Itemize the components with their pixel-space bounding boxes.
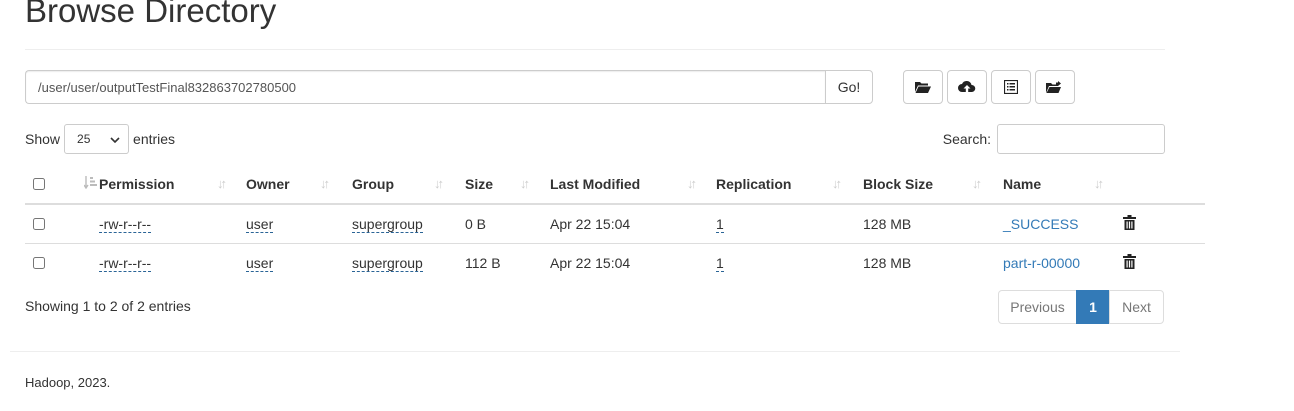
- entries-per-page-select[interactable]: 25: [64, 124, 130, 154]
- list-view-button[interactable]: [991, 70, 1031, 104]
- permission-header-label: Permission: [99, 176, 175, 192]
- chevron-down-icon: [110, 132, 120, 146]
- search-input[interactable]: [997, 124, 1165, 154]
- delete-trash-icon[interactable]: [1123, 253, 1136, 272]
- select-all-checkbox[interactable]: [33, 178, 45, 190]
- size-header[interactable]: Size ↓↑: [465, 165, 550, 205]
- replication-link[interactable]: 1: [716, 215, 724, 233]
- actions-header: [1123, 165, 1205, 205]
- page-1-button[interactable]: 1: [1076, 290, 1110, 324]
- name-header-label: Name: [1003, 176, 1042, 192]
- owner-link[interactable]: user: [246, 215, 274, 233]
- sort-icon: ↓↑: [520, 176, 530, 191]
- footer-divider: [10, 351, 1180, 352]
- replication-header-label: Replication: [716, 176, 792, 192]
- replication-link[interactable]: 1: [716, 254, 724, 272]
- sort-amount-icon: [83, 175, 98, 192]
- block-size-header[interactable]: Block Size ↓↑: [863, 165, 1003, 205]
- table-row: -rw-r--r-- user supergroup 0 B Apr 22 15…: [25, 204, 1205, 243]
- cut-paste-button[interactable]: [1035, 70, 1075, 104]
- table-search: Search:: [943, 124, 1165, 154]
- toolbar: [903, 70, 1075, 104]
- page-title: Browse Directory: [25, 0, 277, 29]
- entries-label: entries: [133, 131, 176, 147]
- title-divider: [25, 49, 1165, 50]
- group-header[interactable]: Group ↓↑: [352, 165, 465, 205]
- block-size-cell: 128 MB: [863, 215, 912, 232]
- delete-trash-icon[interactable]: [1123, 214, 1136, 233]
- cloud-upload-icon: [958, 80, 976, 94]
- create-directory-button[interactable]: [903, 70, 943, 104]
- sort-column-header[interactable]: [65, 165, 99, 205]
- table-row: -rw-r--r-- user supergroup 112 B Apr 22 …: [25, 242, 1205, 282]
- sort-icon: ↓↑: [320, 176, 330, 191]
- table-header-row: Permission ↓↑ Owner ↓↑ Group ↓↑ Size ↓↑ …: [25, 165, 1205, 205]
- owner-header[interactable]: Owner ↓↑: [246, 165, 352, 205]
- owner-link[interactable]: user: [246, 254, 274, 272]
- go-button[interactable]: Go!: [825, 70, 873, 104]
- show-label: Show: [25, 131, 61, 147]
- sort-icon: ↓↑: [1094, 176, 1104, 191]
- pagination: Previous 1 Next: [998, 290, 1164, 324]
- row-select-checkbox[interactable]: [33, 217, 45, 230]
- last-modified-cell: Apr 22 15:04: [550, 242, 716, 282]
- permission-header[interactable]: Permission ↓↑: [99, 165, 246, 205]
- previous-page-button[interactable]: Previous: [998, 290, 1077, 324]
- folder-move-icon: [1046, 80, 1064, 94]
- group-link[interactable]: supergroup: [352, 254, 423, 272]
- permission-link[interactable]: -rw-r--r--: [99, 215, 152, 233]
- sort-icon: ↓↑: [972, 176, 982, 191]
- folder-open-icon: [915, 80, 931, 94]
- sort-icon: ↓↑: [217, 176, 227, 191]
- search-label: Search:: [942, 131, 991, 147]
- replication-header[interactable]: Replication ↓↑: [716, 165, 863, 205]
- select-all-header: [25, 165, 65, 205]
- entries-per-page-value: 25: [77, 132, 91, 146]
- file-name-link[interactable]: part-r-00000: [1003, 255, 1080, 271]
- file-name-link[interactable]: _SUCCESS: [1003, 216, 1078, 232]
- owner-header-label: Owner: [246, 176, 290, 192]
- size-header-label: Size: [465, 176, 494, 192]
- path-bar: Go!: [25, 70, 873, 104]
- group-header-label: Group: [352, 176, 394, 192]
- size-cell: 0 B: [465, 215, 487, 232]
- row-select-checkbox[interactable]: [33, 256, 45, 269]
- group-link[interactable]: supergroup: [352, 215, 423, 233]
- sort-icon: ↓↑: [434, 176, 444, 191]
- file-listing-table: Permission ↓↑ Owner ↓↑ Group ↓↑ Size ↓↑ …: [25, 165, 1205, 282]
- block-size-cell: 128 MB: [863, 242, 1003, 282]
- name-header[interactable]: Name ↓↑: [1003, 165, 1123, 205]
- last-modified-header[interactable]: Last Modified ↓↑: [550, 165, 716, 205]
- next-page-button[interactable]: Next: [1109, 290, 1164, 324]
- last-modified-cell: Apr 22 15:04: [550, 215, 631, 232]
- sort-icon: ↓↑: [832, 176, 842, 191]
- permission-link[interactable]: -rw-r--r--: [99, 254, 152, 272]
- table-info: Showing 1 to 2 of 2 entries: [25, 298, 191, 314]
- sort-icon: ↓↑: [687, 176, 697, 191]
- footer-text: Hadoop, 2023.: [25, 375, 111, 390]
- block-size-header-label: Block Size: [863, 176, 934, 192]
- size-cell: 112 B: [465, 242, 550, 282]
- upload-files-button[interactable]: [947, 70, 987, 104]
- list-alt-icon: [1004, 80, 1018, 94]
- last-modified-header-label: Last Modified: [550, 176, 641, 192]
- entries-length-control: Show 25 entries: [25, 124, 175, 154]
- directory-path-input[interactable]: [25, 70, 825, 104]
